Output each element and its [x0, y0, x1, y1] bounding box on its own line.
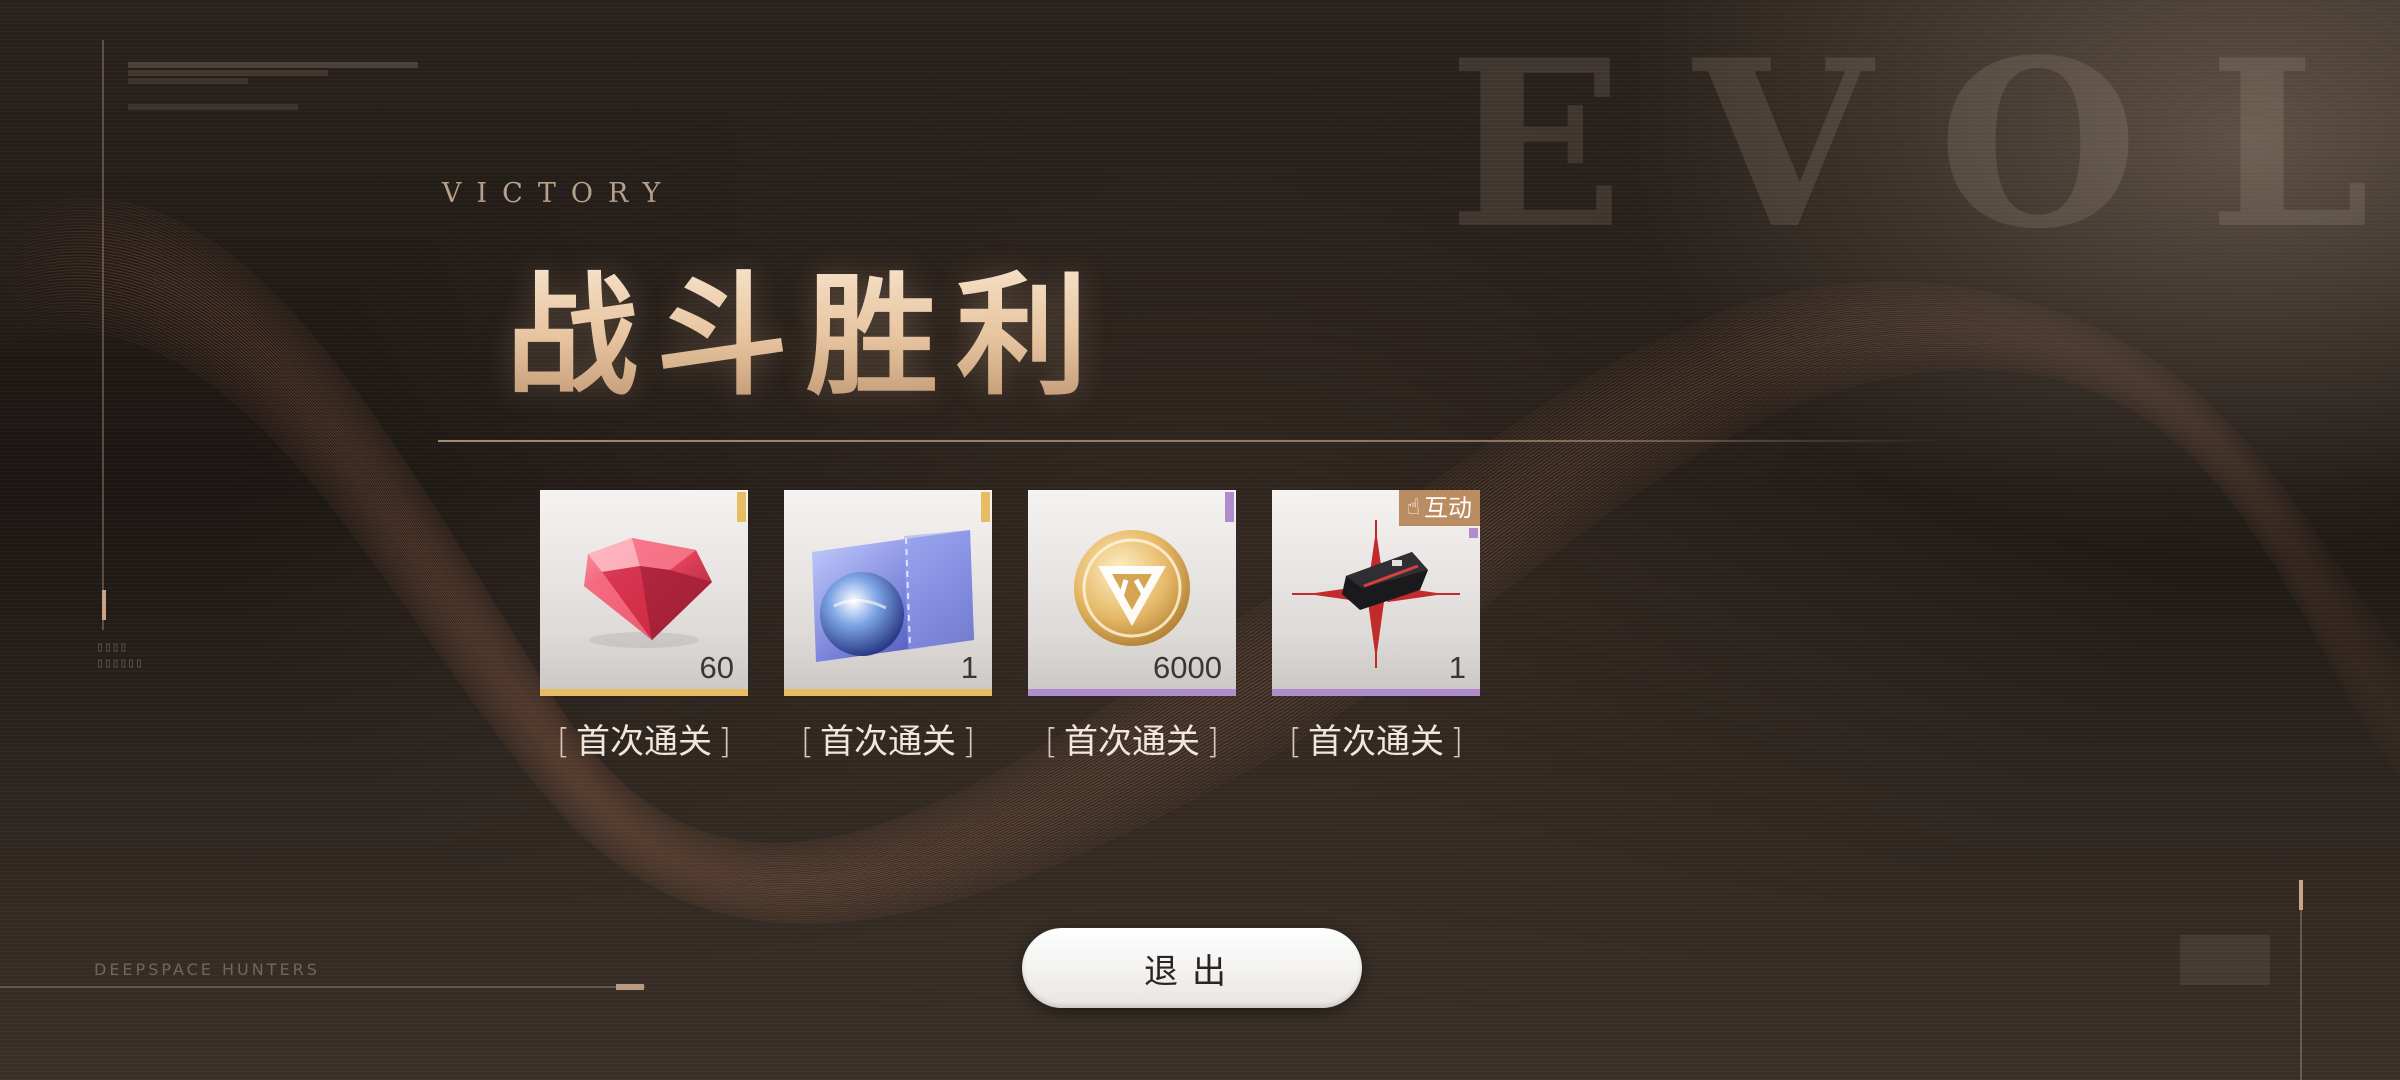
deco-microtext-1 [128, 62, 418, 68]
reward-item[interactable]: 6000 [首次通关] [1028, 490, 1236, 763]
reward-label: [首次通关] [1288, 722, 1464, 762]
reward-label-text: 首次通关 [1308, 722, 1444, 762]
reward-card[interactable]: ☝ 互动 1 [1272, 490, 1480, 696]
reward-label-text: 首次通关 [820, 722, 956, 762]
hand-icon: ☝ [1406, 495, 1420, 520]
left-frame-line [102, 40, 104, 630]
rarity-bar [784, 689, 992, 696]
deco-microtext-4 [128, 104, 298, 110]
reward-count: 60 [699, 650, 734, 685]
rarity-bar [540, 689, 748, 696]
reward-count: 1 [1448, 650, 1466, 685]
reward-item[interactable]: 60 [首次通关] [540, 490, 748, 763]
reward-label-text: 首次通关 [1064, 722, 1200, 762]
deco-microtext-2 [128, 70, 328, 76]
title-divider [438, 440, 1958, 442]
side-code-deco: ▯▯▯▯ ▯▯▯▯▯▯ [96, 640, 143, 671]
interaction-badge-label: 互动 [1424, 494, 1472, 522]
reward-card[interactable]: 1 [784, 490, 992, 696]
deco-microtext-3 [128, 78, 248, 84]
battle-victory-title: 战斗胜利 [506, 230, 1106, 421]
reward-card[interactable]: 60 [540, 490, 748, 696]
exit-button[interactable]: 退出 [1022, 928, 1362, 1008]
reward-label: [首次通关] [800, 722, 976, 762]
rarity-corner [1469, 528, 1478, 538]
reward-item[interactable]: 1 [首次通关] [784, 490, 992, 763]
reward-card[interactable]: 6000 [1028, 490, 1236, 696]
rarity-corner [981, 492, 990, 522]
reward-item[interactable]: ☝ 互动 1 [首次通关] [1272, 490, 1480, 763]
reward-label: [首次通关] [556, 722, 732, 762]
rarity-corner [737, 492, 746, 522]
reward-count: 6000 [1153, 650, 1222, 685]
brand-text: DEEPSPACE HUNTERS [94, 960, 320, 979]
right-frame-accent [2299, 880, 2303, 910]
rarity-corner [1225, 492, 1234, 522]
rarity-bar [1028, 689, 1236, 696]
interaction-badge: ☝ 互动 [1398, 490, 1480, 526]
rarity-bar [1272, 689, 1480, 696]
right-frame-line [2300, 880, 2302, 1080]
evol-watermark: EVOL [1448, 10, 2400, 280]
reward-count: 1 [960, 650, 978, 685]
victory-screen: EVOL ▯▯▯▯ ▯▯▯▯▯▯ VICTORY 战斗胜利 60 [首次通关 … [0, 0, 2400, 1080]
reward-label: [首次通关] [1044, 722, 1220, 762]
victory-subtitle: VICTORY [442, 178, 676, 209]
left-frame-accent [102, 590, 106, 620]
corner-deco-block [2180, 935, 2270, 985]
reward-label-text: 首次通关 [576, 722, 712, 762]
brand-underline [0, 986, 645, 988]
brand-underline-accent [616, 984, 644, 990]
